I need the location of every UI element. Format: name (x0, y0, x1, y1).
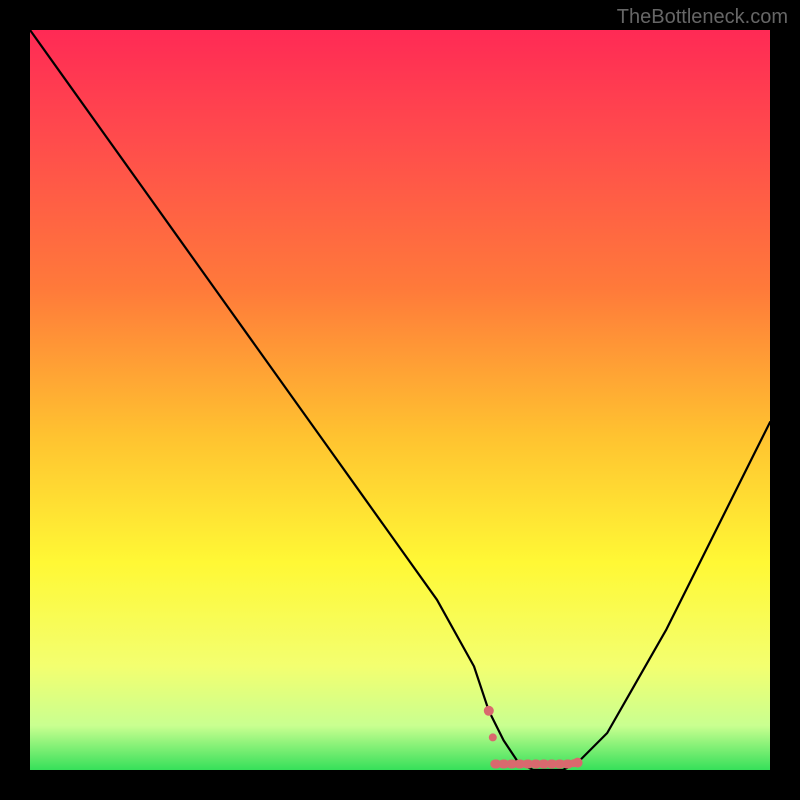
chart-svg (30, 30, 770, 770)
bottleneck-chart (30, 30, 770, 770)
watermark-text: TheBottleneck.com (617, 6, 788, 29)
